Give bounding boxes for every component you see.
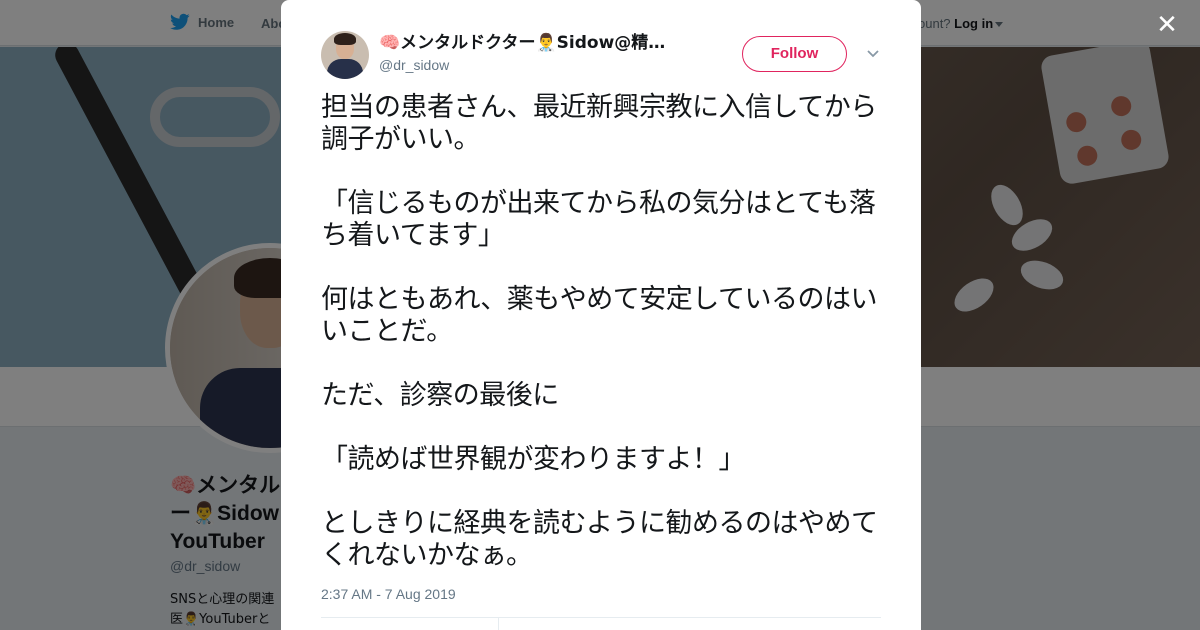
divider [498, 617, 499, 630]
close-icon[interactable]: ✕ [1153, 11, 1181, 39]
author-display-name[interactable]: 🧠メンタルドクター👨‍⚕️Sidow@精… [379, 31, 689, 55]
tweet-text: 担当の患者さん、最近新興宗教に入信してから調子がいい。 「信じるものが出来てから… [321, 92, 878, 571]
avatar-body [327, 59, 363, 79]
avatar-hair [334, 33, 356, 45]
divider [321, 617, 881, 618]
author-avatar[interactable] [321, 31, 369, 79]
tweet-timestamp[interactable]: 2:37 AM - 7 Aug 2019 [321, 586, 456, 602]
follow-button[interactable]: Follow [742, 36, 847, 72]
chevron-down-icon[interactable] [865, 46, 881, 62]
author-handle[interactable]: @dr_sidow [379, 57, 449, 73]
tweet-modal: 🧠メンタルドクター👨‍⚕️Sidow@精… @dr_sidow Follow 担… [281, 0, 921, 630]
